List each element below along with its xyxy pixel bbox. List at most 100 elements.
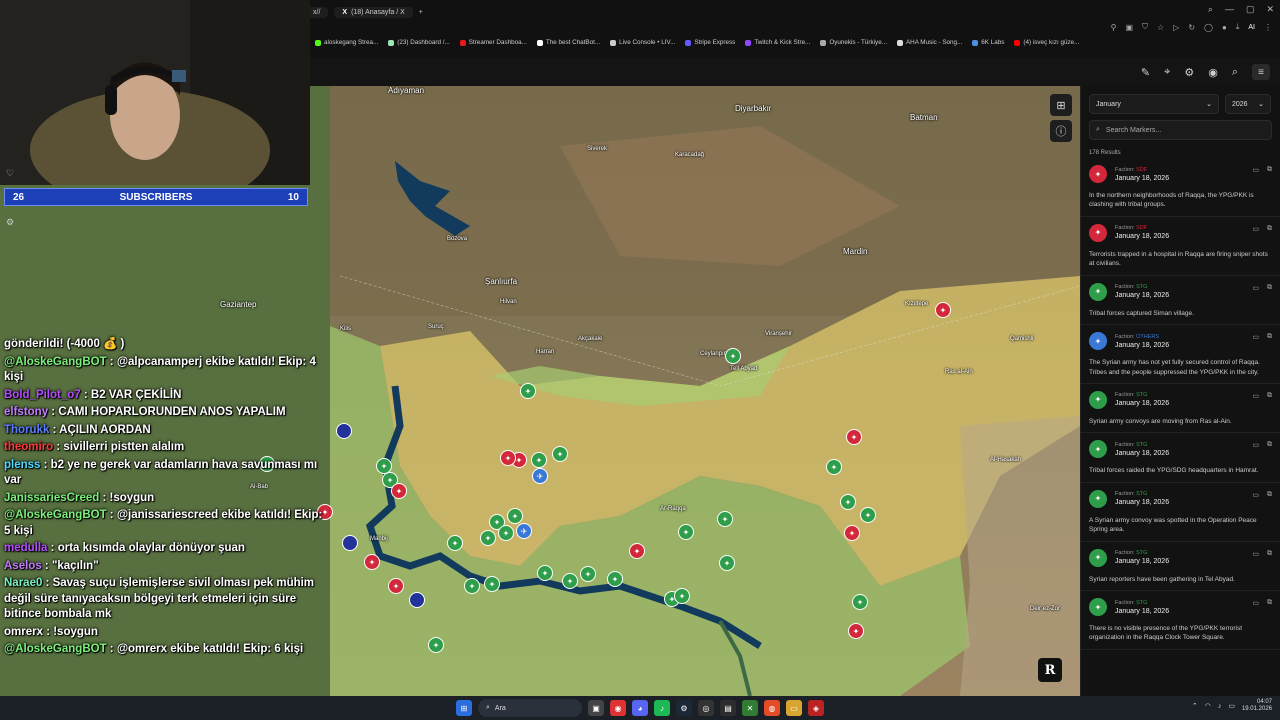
marker-search-input[interactable]: ⌕ Search Markers... bbox=[1089, 120, 1272, 140]
minimize-icon[interactable]: — bbox=[1225, 4, 1234, 15]
map-marker-red[interactable]: ✦ bbox=[844, 525, 860, 541]
play-icon[interactable]: ▷ bbox=[1173, 23, 1179, 32]
event-item[interactable]: ✦ Faction: SDF January 18, 2026 ▭ ⧉ Terrorist… bbox=[1081, 217, 1280, 276]
map-marker-green[interactable]: ✦ bbox=[428, 637, 444, 653]
map-marker-green[interactable]: ✦ bbox=[607, 571, 623, 587]
map-marker-red[interactable]: ✦ bbox=[388, 578, 404, 594]
map-marker-red[interactable]: ✦ bbox=[935, 302, 951, 318]
map-marker-green[interactable]: ✦ bbox=[507, 508, 523, 524]
camera-icon[interactable]: ◉ bbox=[1208, 66, 1218, 79]
folder-icon[interactable]: ▭ bbox=[786, 700, 802, 716]
chevron-up-icon[interactable]: ⌃ bbox=[1192, 702, 1198, 710]
chat-username[interactable]: omrerx bbox=[4, 626, 43, 638]
maximize-icon[interactable]: ▢ bbox=[1246, 4, 1255, 15]
map-marker-red[interactable]: ✦ bbox=[846, 429, 862, 445]
map-marker-red[interactable]: ✦ bbox=[848, 623, 864, 639]
pin-icon[interactable]: ⚲ bbox=[1111, 23, 1117, 32]
taskbar-search[interactable]: ⌕ Ara bbox=[478, 699, 582, 717]
search-icon[interactable]: ⌕ bbox=[1232, 66, 1238, 79]
windows-start-icon[interactable]: ⊞ bbox=[456, 700, 472, 716]
steam-icon[interactable]: ⚙ bbox=[676, 700, 692, 716]
year-select[interactable]: 2026 ⌄ bbox=[1225, 94, 1271, 114]
external-link-icon[interactable]: ⧉ bbox=[1267, 441, 1272, 449]
event-item[interactable]: ✦ Faction: STG January 18, 2026 ▭ ⧉ Tribal fo… bbox=[1081, 433, 1280, 483]
chrome-icon[interactable]: ◍ bbox=[764, 700, 780, 716]
event-item[interactable]: ✦ Faction: STG January 18, 2026 ▭ ⧉ Syrian ar… bbox=[1081, 384, 1280, 434]
bookmark-5[interactable]: Stripe Express bbox=[685, 39, 735, 46]
map-marker-green[interactable]: ✦ bbox=[826, 459, 842, 475]
video-icon[interactable]: ▭ bbox=[1252, 333, 1259, 341]
location-icon[interactable]: ⌖ bbox=[1164, 66, 1170, 79]
map-marker-green[interactable]: ✦ bbox=[531, 452, 547, 468]
bookmark-6[interactable]: Twitch & Kick Stre... bbox=[745, 39, 810, 46]
external-link-icon[interactable]: ⧉ bbox=[1267, 599, 1272, 607]
shield-icon[interactable]: ⛉ bbox=[1142, 22, 1148, 32]
map-marker-green[interactable]: ✦ bbox=[852, 594, 868, 610]
map-marker-green[interactable]: ✦ bbox=[725, 348, 741, 364]
chat-username[interactable]: @AloskeGangBOT bbox=[4, 643, 107, 655]
map-marker-green[interactable]: ✦ bbox=[480, 530, 496, 546]
tab-x-home[interactable]: X (18) Anasayfa / X bbox=[334, 6, 413, 18]
map-marker-green[interactable]: ✦ bbox=[717, 511, 733, 527]
new-tab-button[interactable]: + bbox=[419, 9, 423, 16]
gear-icon[interactable]: ⚙ bbox=[6, 217, 14, 228]
chat-username[interactable]: theomiro bbox=[4, 441, 53, 453]
video-icon[interactable]: ▭ bbox=[1252, 225, 1259, 233]
event-item[interactable]: ✦ Faction: STG January 18, 2026 ▭ ⧉ A Syrian … bbox=[1081, 483, 1280, 542]
bookmark-7[interactable]: Oyunekis - Türkiye... bbox=[820, 39, 887, 46]
xbox-icon[interactable]: ✕ bbox=[742, 700, 758, 716]
chat-username[interactable]: @AloskeGangBOT bbox=[4, 509, 107, 521]
info-icon[interactable]: ⓘ bbox=[1050, 120, 1072, 142]
external-link-icon[interactable]: ⧉ bbox=[1267, 333, 1272, 341]
close-icon[interactable]: ✕ bbox=[1266, 4, 1274, 15]
video-icon[interactable]: ▭ bbox=[1252, 166, 1259, 174]
bookmark-3[interactable]: The best ChatBot... bbox=[536, 39, 600, 46]
event-item[interactable]: ✦ Faction: STG January 18, 2026 ▭ ⧉ Syrian re… bbox=[1081, 542, 1280, 592]
map-marker-red[interactable]: ✦ bbox=[364, 554, 380, 570]
chat-username[interactable]: elfstony bbox=[4, 406, 48, 418]
map-marker-navy[interactable] bbox=[342, 535, 358, 551]
map-marker-green[interactable]: ✦ bbox=[562, 573, 578, 589]
wifi-icon[interactable]: ◠ bbox=[1205, 702, 1211, 710]
volume-icon[interactable]: ♪ bbox=[1218, 703, 1222, 710]
map-marker-blue[interactable]: ✈ bbox=[516, 523, 532, 539]
settings-icon[interactable]: ⚙ bbox=[1184, 66, 1194, 79]
chat-username[interactable]: medulla bbox=[4, 542, 47, 554]
bookmark-icon[interactable]: ☆ bbox=[1157, 23, 1164, 32]
map-marker-green[interactable]: ✦ bbox=[719, 555, 735, 571]
obs-icon[interactable]: ◎ bbox=[698, 700, 714, 716]
menu-icon[interactable]: ≡ bbox=[1252, 64, 1270, 80]
map-marker-green[interactable]: ✦ bbox=[537, 565, 553, 581]
map-marker-red[interactable]: ✦ bbox=[391, 483, 407, 499]
external-link-icon[interactable]: ⧉ bbox=[1267, 550, 1272, 558]
bookmark-4[interactable]: Live Console • LIV... bbox=[610, 39, 675, 46]
map-marker-green[interactable]: ✦ bbox=[484, 576, 500, 592]
refresh-icon[interactable]: ↻ bbox=[1188, 23, 1195, 32]
chat-username[interactable]: plenss bbox=[4, 459, 40, 471]
chat-username[interactable]: Aselos bbox=[4, 560, 42, 572]
battery-icon[interactable]: ▭ bbox=[1228, 702, 1235, 710]
event-item[interactable]: ✦ Faction: STG January 18, 2026 ▭ ⧉ There is … bbox=[1081, 591, 1280, 650]
download-icon[interactable]: ⤓ bbox=[1236, 22, 1240, 32]
heart-icon[interactable]: ♡ bbox=[6, 168, 14, 179]
chat-username[interactable]: @AloskeGangBOT bbox=[4, 356, 107, 368]
bookmark-10[interactable]: (4) isveç kızı güze... bbox=[1014, 39, 1079, 46]
bookmark-9[interactable]: 6K Labs bbox=[972, 39, 1004, 46]
map-marker-red[interactable]: ✦ bbox=[500, 450, 516, 466]
external-link-icon[interactable]: ⧉ bbox=[1267, 225, 1272, 233]
chat-username[interactable]: JanissariesCreed bbox=[4, 492, 99, 504]
map-marker-green[interactable]: ✦ bbox=[678, 524, 694, 540]
terminal-icon[interactable]: ▤ bbox=[720, 700, 736, 716]
video-icon[interactable]: ▭ bbox=[1252, 491, 1259, 499]
app-icon-red[interactable]: ◉ bbox=[610, 700, 626, 716]
event-item[interactable]: ✦ Faction: SDF January 18, 2026 ▭ ⧉ In the no… bbox=[1081, 158, 1280, 217]
clock[interactable]: 04:07 19.01.2026 bbox=[1242, 699, 1272, 713]
external-link-icon[interactable]: ⧉ bbox=[1267, 392, 1272, 400]
search-tabs-icon[interactable]: ⌕ bbox=[1208, 4, 1213, 15]
map-marker-green[interactable]: ✦ bbox=[860, 507, 876, 523]
chat-username[interactable]: Thorukk bbox=[4, 424, 49, 436]
map-marker-green[interactable]: ✦ bbox=[674, 588, 690, 604]
bookmark-1[interactable]: (23) Dashboard /... bbox=[388, 39, 450, 46]
bookmark-8[interactable]: AHA Music - Song... bbox=[896, 39, 962, 46]
profile-icon[interactable]: ● bbox=[1222, 23, 1227, 32]
